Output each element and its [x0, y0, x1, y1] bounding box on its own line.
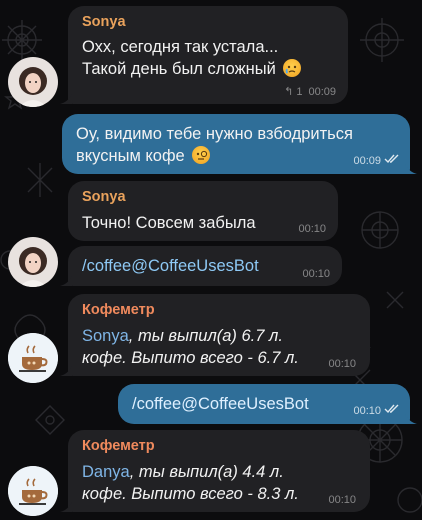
bubble-tail-icon — [60, 276, 72, 286]
message-line-text: кофе. Выпито всего - 8.3 л. — [82, 485, 299, 503]
sender-name[interactable]: Sonya — [82, 14, 126, 30]
message-line-text: кофе. Выпито всего - 6.7 л. — [82, 349, 299, 367]
coffee-bot-avatar[interactable] — [8, 466, 58, 516]
sender-name[interactable]: Кофеметр — [82, 438, 155, 454]
sender-name[interactable]: Sonya — [82, 189, 126, 205]
message-line-text: Такой день был сложный — [82, 60, 276, 78]
sonya-avatar[interactable] — [8, 237, 58, 287]
crying-face-icon — [283, 59, 302, 77]
message-bubble-outgoing-command[interactable]: /coffee@CoffeeUsesBot 00:10 — [118, 384, 410, 424]
user-mention-link[interactable]: Sonya — [82, 327, 129, 345]
message-bubble-sonya-2[interactable]: Sonya Точно! Совсем забыла 00:10 — [68, 181, 338, 241]
reply-count: 1 — [296, 85, 303, 98]
message-line: Охх, сегодня так устала... — [82, 38, 279, 56]
bot-command-link[interactable]: /coffee@CoffeeUsesBot — [132, 394, 309, 414]
bubble-tail-icon — [405, 164, 417, 174]
double-check-icon — [384, 154, 400, 167]
sender-name[interactable]: Кофеметр — [82, 302, 155, 318]
reply-arrow-icon[interactable]: ↰ — [284, 85, 293, 98]
message-meta: 00:10 — [298, 223, 326, 235]
message-meta: ↰ 1 00:09 — [284, 85, 336, 99]
message-meta: 00:10 — [328, 494, 356, 506]
bubble-tail-icon — [60, 94, 72, 104]
message-line: кофе. Выпито всего - 8.3 л. — [82, 484, 299, 504]
message-line: Danya, ты выпил(а) 4.4 л. — [82, 462, 284, 482]
bubble-tail-icon — [405, 414, 417, 424]
message-meta: 00:09 — [353, 154, 400, 167]
message-time: 00:10 — [328, 358, 356, 370]
bubble-tail-icon — [60, 502, 72, 512]
message-time: 00:10 — [328, 494, 356, 506]
sonya-avatar[interactable] — [8, 57, 58, 107]
message-line: Оу, видимо тебе нужно взбодриться — [76, 125, 353, 143]
message-meta: 00:10 — [353, 404, 400, 417]
coffee-bot-avatar[interactable] — [8, 333, 58, 383]
message-time: 00:10 — [298, 223, 326, 235]
bot-command-link[interactable]: /coffee@CoffeeUsesBot — [82, 256, 259, 276]
message-bubble-sonya-1[interactable]: Sonya Охх, сегодня так устала... Такой д… — [68, 6, 348, 104]
message-line-text: вкусным кофе — [76, 147, 185, 165]
message-line-text: , ты выпил(а) 6.7 л. — [128, 327, 283, 345]
message-bubble-outgoing-1[interactable]: Оу, видимо тебе нужно взбодриться вкусны… — [62, 114, 410, 174]
user-mention-link[interactable]: Danya — [82, 463, 130, 481]
message-line-text: , ты выпил(а) 4.4 л. — [129, 463, 284, 481]
monocle-face-icon — [192, 146, 211, 164]
message-meta: 00:10 — [328, 358, 356, 370]
message-bubble-sonya-command[interactable]: /coffee@CoffeeUsesBot 00:10 — [68, 246, 342, 286]
message-meta: 00:10 — [302, 268, 330, 280]
message-line: кофе. Выпито всего - 6.7 л. — [82, 348, 299, 368]
message-time: 00:09 — [353, 154, 381, 167]
message-time: 00:10 — [302, 268, 330, 280]
message-line-with-emoji: вкусным кофе — [76, 146, 211, 166]
double-check-icon — [384, 404, 400, 417]
message-time: 00:10 — [353, 404, 381, 417]
message-line-with-emoji: Такой день был сложный — [82, 59, 302, 79]
message-time: 00:09 — [308, 85, 336, 98]
bubble-tail-icon — [60, 366, 72, 376]
message-bubble-bot-2[interactable]: Кофеметр Danya, ты выпил(а) 4.4 л. кофе.… — [68, 430, 370, 512]
message-bubble-bot-1[interactable]: Кофеметр Sonya, ты выпил(а) 6.7 л. кофе.… — [68, 294, 370, 376]
message-line: Sonya, ты выпил(а) 6.7 л. — [82, 326, 283, 346]
message-line: Точно! Совсем забыла — [82, 214, 256, 232]
